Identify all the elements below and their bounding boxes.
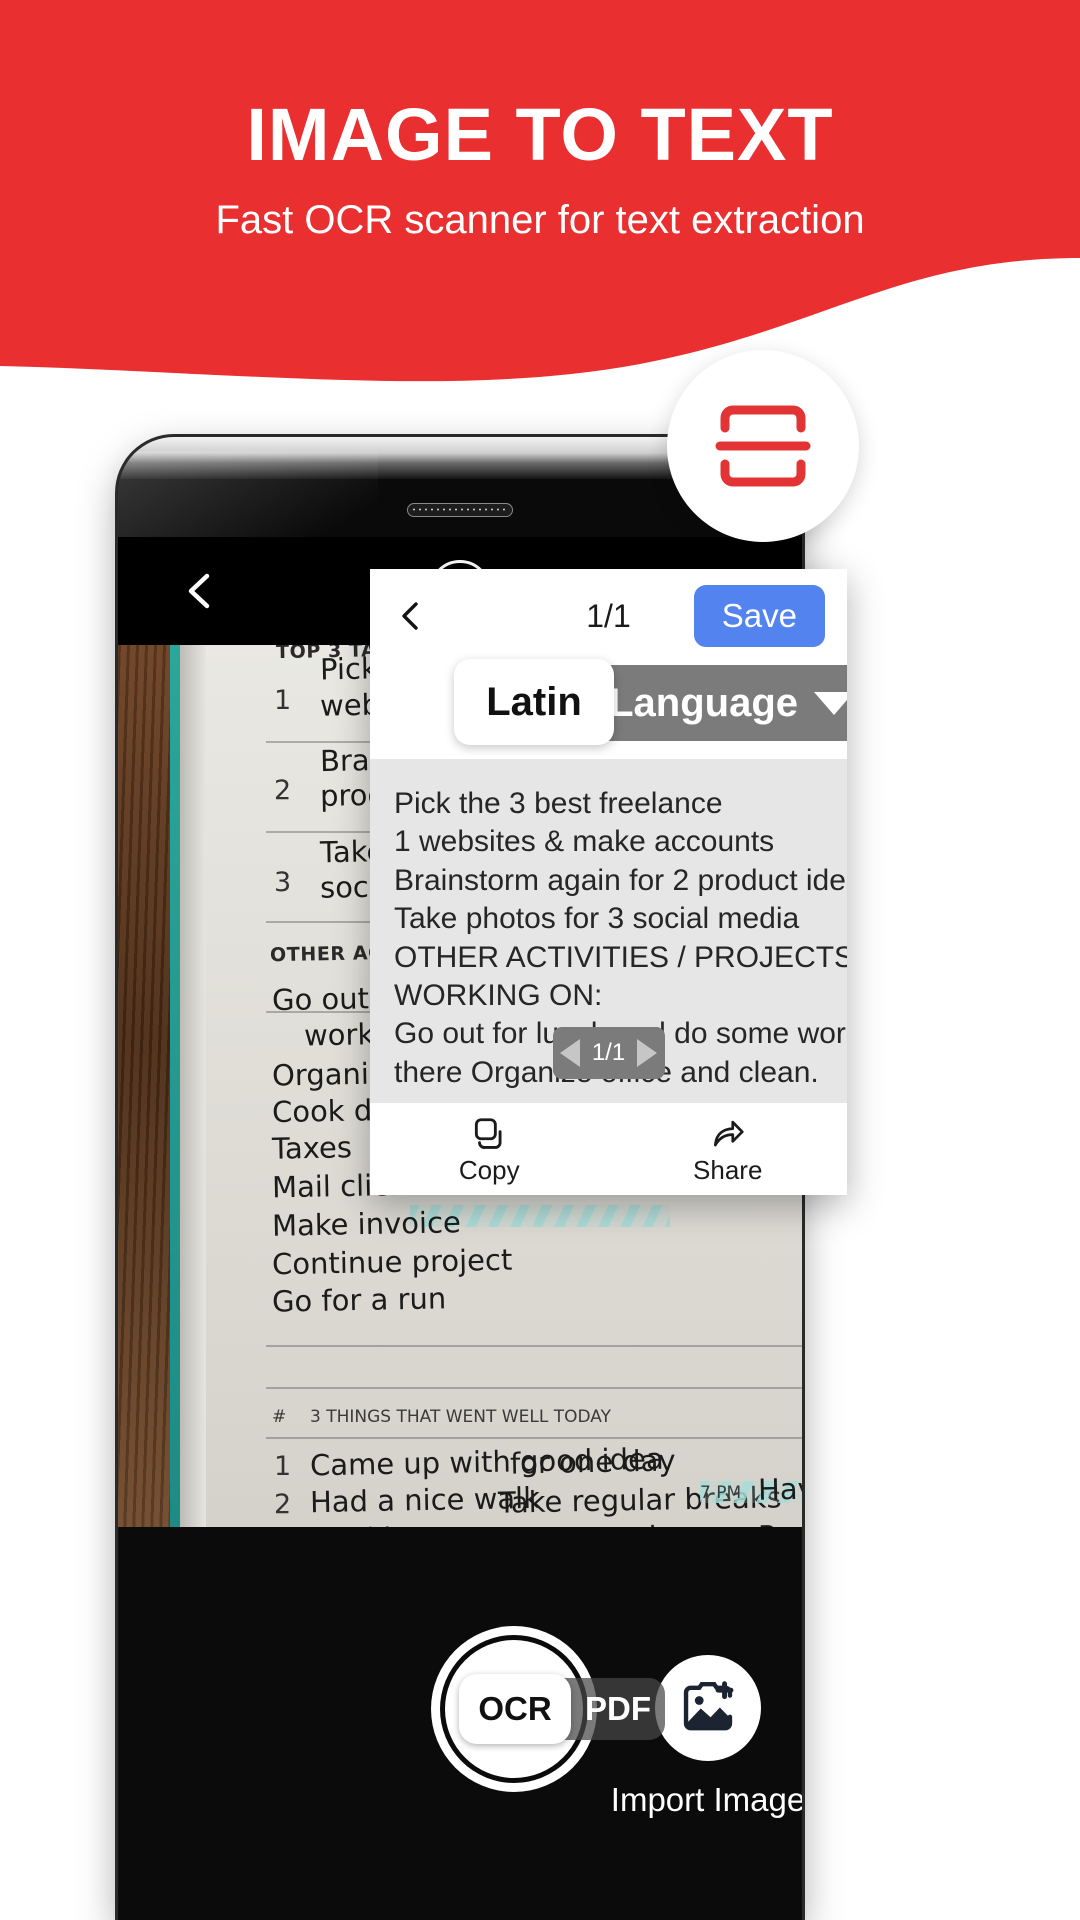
back-icon[interactable] — [180, 571, 220, 611]
copy-button[interactable]: Copy — [370, 1103, 609, 1195]
language-label: Language — [609, 681, 798, 725]
app-logo-badge — [667, 350, 859, 542]
import-image-label: Import Image — [610, 1781, 802, 1818]
activity-line: Taxes — [271, 1130, 353, 1166]
share-icon — [713, 1120, 744, 1147]
task-num: 1 — [274, 685, 292, 716]
selected-language-chip[interactable]: Latin — [454, 659, 614, 745]
triangle-right-icon[interactable] — [637, 1039, 658, 1067]
banner-title: IMAGE TO TEXT — [246, 93, 834, 176]
share-button[interactable]: Share — [609, 1103, 848, 1195]
save-button[interactable]: Save — [693, 585, 825, 647]
win-num: 2 — [274, 1489, 292, 1520]
wins-table-header-num: # — [272, 1407, 287, 1427]
triangle-left-icon[interactable] — [559, 1039, 580, 1067]
copy-label: Copy — [458, 1155, 520, 1185]
ocr-text-line: Take photos for 3 social media — [394, 902, 800, 936]
banner-subtitle: Fast OCR scanner for text extraction — [215, 198, 865, 242]
schedule-time: 7 PM — [700, 1483, 742, 1503]
language-selector-row: Language Latin — [370, 659, 847, 747]
screenshot-root: IMAGE TO TEXT Fast OCR scanner for text … — [0, 0, 1080, 1920]
mode-pdf-option[interactable]: PDF — [585, 1678, 651, 1740]
wins-table-header-text: 3 THINGS THAT WENT WELL TODAY — [310, 1407, 611, 1427]
chevron-down-icon — [814, 691, 847, 715]
schedule-event: Have dinner — [757, 1469, 802, 1507]
page-navigator-label: 1/1 — [591, 1039, 626, 1066]
ocr-text-area[interactable]: Pick the 3 best freelance 1 websites & m… — [370, 759, 847, 1103]
dialog-footer: Copy Share — [370, 1103, 847, 1195]
promo-banner: IMAGE TO TEXT Fast OCR scanner for text … — [0, 0, 1080, 400]
dialog-header: 1/1 Save — [370, 569, 847, 663]
ocr-text-line: OTHER ACTIVITIES / PROJECTS — [394, 940, 847, 974]
desk-background — [118, 645, 180, 1527]
add-photo-icon — [655, 1655, 761, 1761]
task-num: 2 — [274, 775, 292, 806]
win-num: 1 — [274, 1451, 292, 1482]
win-text: Working some — [310, 1519, 517, 1527]
ocr-text-line: Brainstorm again for 2 product ideas — [394, 863, 847, 897]
share-label: Share — [693, 1155, 763, 1185]
activity-line: Go for a run — [271, 1281, 447, 1319]
ocr-text-line: 1 websites & make accounts — [394, 825, 775, 859]
side-note: for one day — [509, 1443, 676, 1481]
earpiece-speaker — [407, 503, 513, 517]
activity-line: Continue project — [271, 1242, 513, 1282]
ocr-text-line: Pick the 3 best freelance — [394, 787, 723, 820]
task-num: 3 — [274, 867, 292, 898]
schedule-event: Run — [758, 1518, 802, 1527]
activity-line: Make invoice — [271, 1205, 462, 1243]
copy-icon — [475, 1118, 502, 1149]
document-scan-icon — [715, 405, 811, 487]
mode-toggle[interactable]: PDF OCR — [459, 1674, 665, 1744]
ocr-result-dialog: 1/1 Save Language Latin Pick the 3 best … — [370, 569, 847, 1195]
ocr-text-line: WORKING ON: — [394, 978, 603, 1012]
side-note: k enough — [532, 1520, 668, 1527]
page-navigator[interactable]: 1/1 — [552, 1027, 665, 1079]
mode-ocr-option[interactable]: OCR — [459, 1674, 571, 1744]
